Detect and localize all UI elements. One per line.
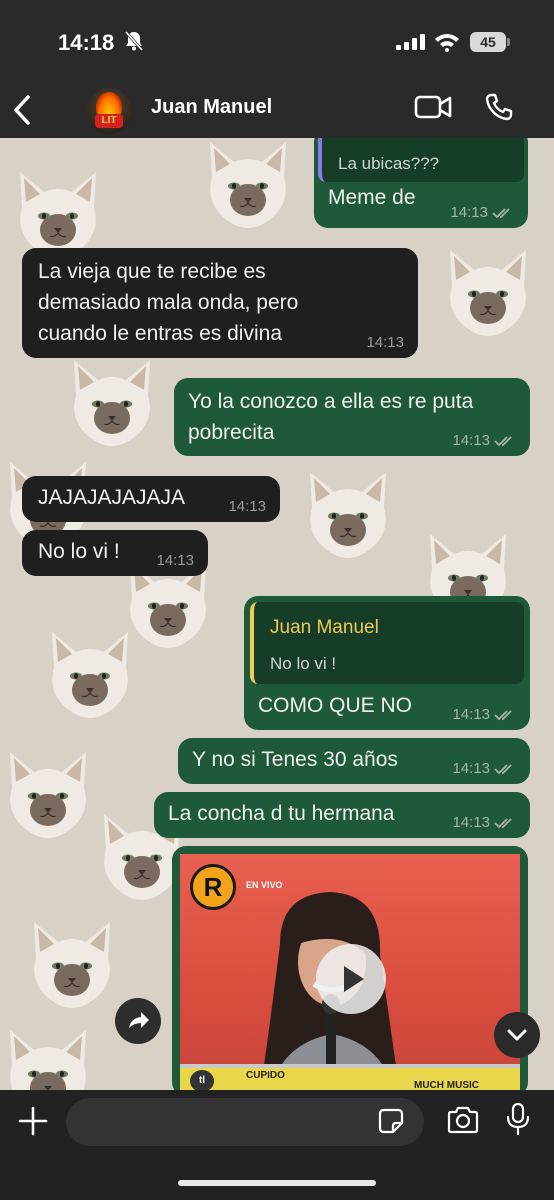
cat-pattern-icon xyxy=(0,1026,96,1090)
tv-logo: tl xyxy=(190,1070,214,1090)
cat-pattern-icon xyxy=(300,468,396,560)
message-time: 14:13 xyxy=(452,706,516,724)
reply-quote[interactable]: Juan Manuel No lo vi ! xyxy=(250,602,524,684)
video-thumbnail[interactable]: R EN VIVO tl CUPIDO MUCH MUSIC xyxy=(180,854,520,1090)
signal-icon xyxy=(396,34,425,50)
forward-button[interactable] xyxy=(115,998,161,1044)
double-check-icon xyxy=(494,710,512,721)
cat-pattern-icon xyxy=(10,168,106,260)
microphone-icon[interactable] xyxy=(506,1102,530,1136)
battery-icon: 45 xyxy=(470,32,510,52)
cat-pattern-icon xyxy=(64,356,160,448)
message-text-line: La vieja que te recibe es xyxy=(38,260,266,283)
message-time: 14:13 xyxy=(452,814,516,832)
message-time: 14:13 xyxy=(452,432,516,450)
quote-author: Juan Manuel xyxy=(270,617,379,638)
chat-area[interactable]: La ubicas??? Meme de 14:13 La vieja que … xyxy=(0,138,554,1090)
caption-much-music: MUCH MUSIC xyxy=(414,1080,479,1090)
message-time: 14:13 xyxy=(156,552,194,569)
scroll-to-bottom-button[interactable] xyxy=(494,1012,540,1058)
home-indicator xyxy=(178,1180,376,1186)
message-text-line: Yo la conozco a ella es re puta xyxy=(188,390,474,413)
message-time: 14:13 xyxy=(452,760,516,778)
composer-bar xyxy=(0,1090,554,1200)
quote-text: La ubicas??? xyxy=(338,154,440,173)
message-bubble-incoming[interactable]: JAJAJAJAJAJA 14:13 xyxy=(22,476,280,522)
message-bubble-outgoing[interactable]: Juan Manuel No lo vi ! COMO QUE NO 14:13 xyxy=(244,596,530,730)
video-caption-bar: tl CUPIDO MUCH MUSIC xyxy=(180,1064,520,1090)
cat-pattern-icon xyxy=(200,138,296,230)
channel-logo: R xyxy=(190,864,236,910)
avatar-lit-badge: LIT xyxy=(95,114,123,128)
message-text: La concha d tu hermana xyxy=(168,802,395,825)
quote-text: No lo vi ! xyxy=(270,654,337,673)
double-check-icon xyxy=(494,436,512,447)
message-bubble-outgoing[interactable]: La ubicas??? Meme de 14:13 xyxy=(314,138,528,228)
message-text: Y no si Tenes 30 años xyxy=(192,748,398,771)
message-bubble-outgoing[interactable]: Y no si Tenes 30 años 14:13 xyxy=(178,738,530,784)
message-text-line: demasiado mala onda, pero xyxy=(38,291,299,314)
play-button[interactable] xyxy=(316,944,386,1014)
avatar[interactable]: LIT xyxy=(86,88,132,134)
double-check-icon xyxy=(494,818,512,829)
status-bar: 14:18 45 xyxy=(0,0,554,82)
plus-icon[interactable] xyxy=(18,1106,48,1136)
video-camera-icon[interactable] xyxy=(414,94,452,120)
video-message[interactable]: R EN VIVO tl CUPIDO MUCH MUSIC xyxy=(172,846,528,1090)
message-text: JAJAJAJAJAJA xyxy=(38,486,186,509)
message-time: 14:13 xyxy=(366,334,404,351)
cat-pattern-icon xyxy=(24,918,120,1010)
message-bubble-outgoing[interactable]: La concha d tu hermana 14:13 xyxy=(154,792,530,838)
chat-header: LIT Juan Manuel xyxy=(0,82,554,138)
chevron-down-icon xyxy=(507,1029,527,1041)
message-time: 14:13 xyxy=(450,204,514,222)
sticker-icon[interactable] xyxy=(378,1108,404,1134)
caption-cupido: CUPIDO xyxy=(246,1070,285,1081)
message-text: COMO QUE NO xyxy=(258,694,413,717)
wifi-icon xyxy=(435,34,459,52)
back-chevron-icon[interactable] xyxy=(12,94,32,126)
status-time: 14:18 xyxy=(58,30,115,55)
phone-icon[interactable] xyxy=(484,92,514,122)
cat-pattern-icon xyxy=(440,246,536,338)
message-bubble-incoming[interactable]: La vieja que te recibe es demasiado mala… xyxy=(22,248,418,358)
camera-icon[interactable] xyxy=(446,1106,480,1134)
message-bubble-incoming[interactable]: No lo vi ! 14:13 xyxy=(22,530,208,576)
message-text: Meme de xyxy=(328,186,416,209)
cat-pattern-icon xyxy=(0,748,96,840)
message-input[interactable] xyxy=(66,1098,424,1146)
bell-slash-icon xyxy=(124,31,144,51)
message-text-line: cuando le entras es divina xyxy=(38,322,282,345)
double-check-icon xyxy=(492,208,510,219)
reply-quote[interactable]: La ubicas??? xyxy=(318,138,524,182)
message-time: 14:13 xyxy=(228,498,266,515)
cat-pattern-icon xyxy=(42,628,138,720)
forward-arrow-icon xyxy=(129,1012,149,1028)
message-bubble-outgoing[interactable]: Yo la conozco a ella es re puta pobrecit… xyxy=(174,378,530,456)
message-text: No lo vi ! xyxy=(38,540,120,563)
double-check-icon xyxy=(494,764,512,775)
contact-name[interactable]: Juan Manuel xyxy=(151,96,272,119)
message-text-line: pobrecita xyxy=(188,421,275,444)
